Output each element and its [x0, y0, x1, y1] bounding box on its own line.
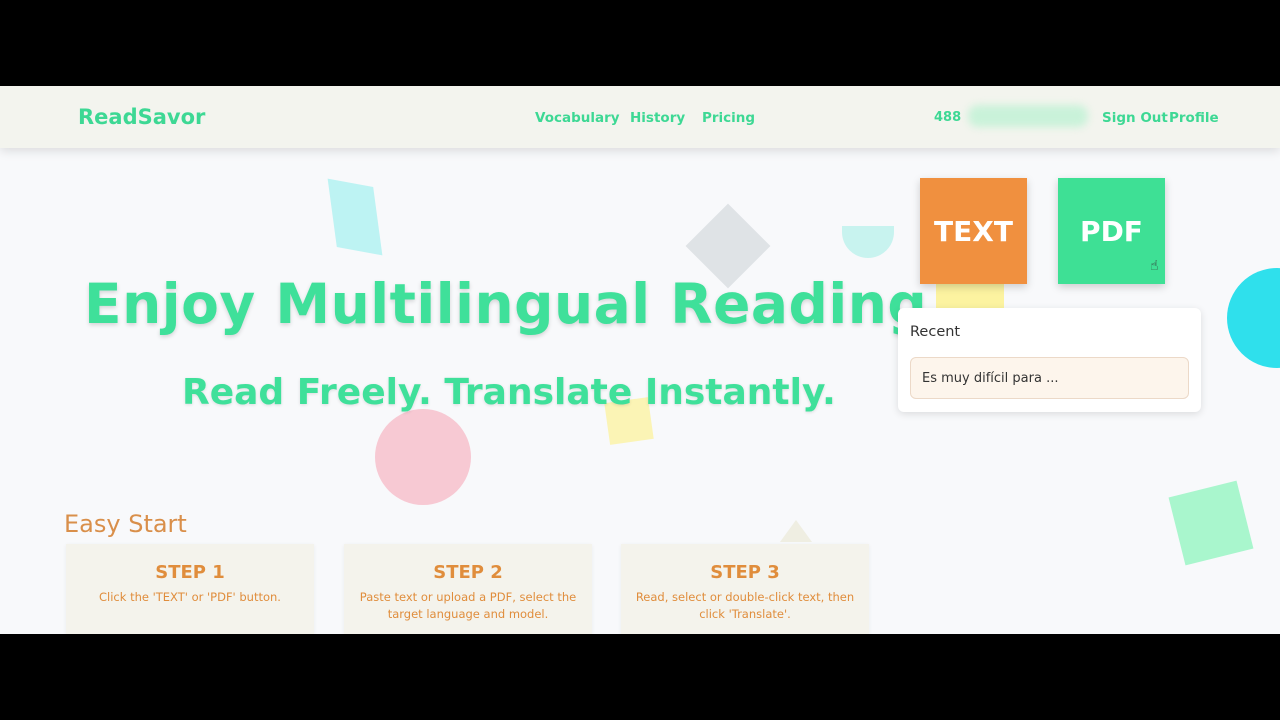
decorative-shape	[842, 226, 894, 258]
app-logo[interactable]: ReadSavor	[78, 105, 205, 129]
decorative-shape	[780, 520, 812, 542]
hand-pointer-icon: ☝	[1150, 258, 1159, 274]
nav-link-vocabulary[interactable]: Vocabulary	[535, 110, 620, 126]
step-title: STEP 2	[433, 562, 503, 583]
step-card-1: STEP 1 Click the 'TEXT' or 'PDF' button.	[66, 544, 314, 634]
decorative-shape	[375, 409, 471, 505]
recent-panel: Recent Es muy difícil para ...	[898, 308, 1201, 412]
step-card-2: STEP 2 Paste text or upload a PDF, selec…	[344, 544, 592, 634]
user-email-redacted	[968, 105, 1088, 127]
step-description: Click the 'TEXT' or 'PDF' button.	[99, 590, 281, 604]
text-mode-button[interactable]: TEXT	[920, 178, 1027, 284]
profile-link[interactable]: Profile	[1169, 110, 1219, 126]
recent-title: Recent	[910, 324, 961, 340]
step-description: Read, select or double-click text, then …	[635, 590, 855, 621]
hero-title: Enjoy Multilingual Reading	[84, 272, 928, 336]
nav-link-pricing[interactable]: Pricing	[702, 110, 755, 126]
credits-count: 488	[934, 110, 962, 125]
decorative-shape	[936, 282, 1004, 308]
pdf-mode-button[interactable]: PDF	[1058, 178, 1165, 284]
step-title: STEP 1	[155, 562, 225, 583]
step-title: STEP 3	[710, 562, 780, 583]
recent-item[interactable]: Es muy difícil para ...	[910, 357, 1189, 399]
step-description: Paste text or upload a PDF, select the t…	[359, 590, 577, 621]
sign-out-link[interactable]: Sign Out	[1102, 110, 1168, 126]
easy-start-title: Easy Start	[64, 510, 187, 538]
nav-link-history[interactable]: History	[630, 110, 685, 126]
top-navbar: ReadSavor Vocabulary History Pricing 488…	[0, 86, 1280, 148]
hero-subtitle: Read Freely. Translate Instantly.	[182, 372, 836, 413]
step-card-3: STEP 3 Read, select or double-click text…	[621, 544, 869, 634]
